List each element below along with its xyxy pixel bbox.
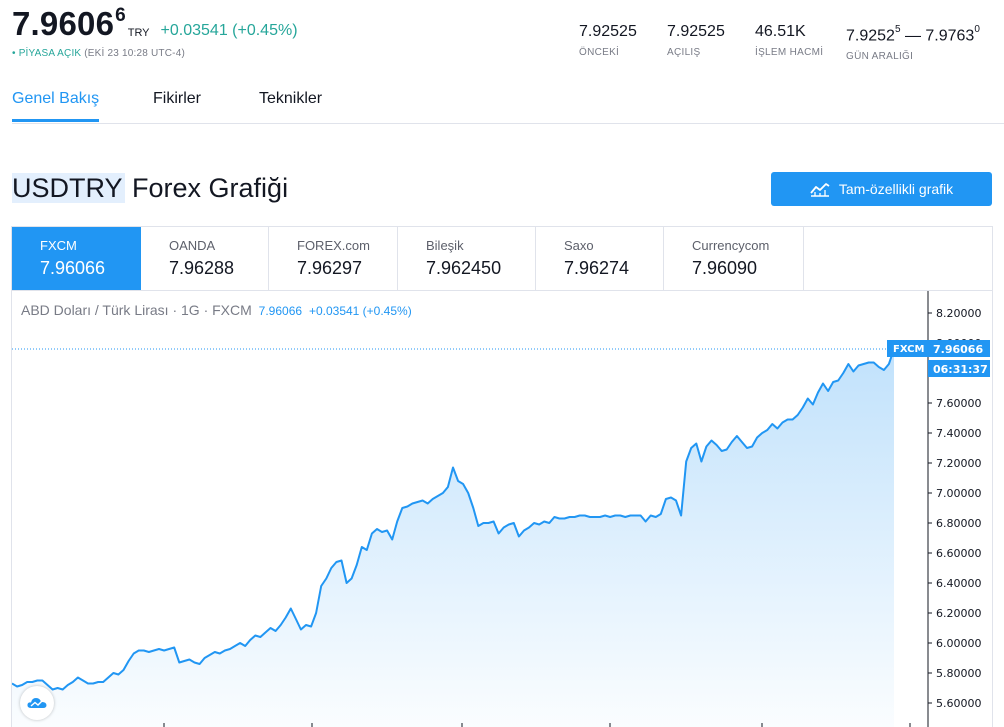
provider-price: 7.962450 xyxy=(426,258,502,278)
price-axis-label: 8.20000 xyxy=(936,307,982,320)
last-price-badge-label: 7.96066 xyxy=(933,343,983,356)
stat-open-label: AÇILIŞ xyxy=(667,47,701,58)
full-featured-chart-button[interactable]: Tam-özellikli grafik xyxy=(771,172,992,206)
page-title: USDTRY Forex Grafiği xyxy=(12,171,288,205)
stat-day-range-label: GÜN ARALIĞI xyxy=(846,51,914,63)
price-axis-label: 7.00000 xyxy=(936,487,982,500)
tradingview-logo-button[interactable] xyxy=(20,686,54,720)
legend-change: +0.03541 (+0.45%) xyxy=(308,304,412,318)
provider-name: Bileşik xyxy=(426,238,464,253)
stat-volume-value: 46.51K xyxy=(755,23,806,40)
chart-legend: ABD Doları / Türk Lirası · 1G · FXCM 7.9… xyxy=(21,302,412,318)
provider-saxo[interactable]: Saxo 7.96274 xyxy=(536,227,664,291)
provider-price: 7.96297 xyxy=(297,258,363,278)
provider-price: 7.96274 xyxy=(564,258,630,278)
stat-day-range: 7.92525 — 7.97630 GÜN ARALIĞI xyxy=(846,22,980,62)
stat-previous-label: ÖNCEKİ xyxy=(579,47,620,58)
price-area-fill xyxy=(12,348,894,727)
provider-name: OANDA xyxy=(169,238,216,253)
full-featured-chart-label: Tam-özellikli grafik xyxy=(838,181,954,197)
stat-day-range-value: 7.92525 — 7.97630 xyxy=(846,22,980,46)
stat-previous-value: 7.92525 xyxy=(579,23,637,40)
stat-open-value: 7.92525 xyxy=(667,23,725,40)
provider-price: 7.96090 xyxy=(692,258,758,278)
tab-ideas[interactable]: Fikirler xyxy=(153,90,201,122)
title-symbol: USDTRY xyxy=(12,173,125,203)
provider-tabs: FXCM 7.96066 OANDA 7.96288 FOREX.com 7.9… xyxy=(11,226,993,291)
price-axis-label: 6.00000 xyxy=(936,637,982,650)
price-axis-label: 6.40000 xyxy=(936,577,982,590)
stat-volume-label: İŞLEM HACMİ xyxy=(755,47,824,58)
price-axis-label: 7.40000 xyxy=(936,427,982,440)
price-axis-label: 7.60000 xyxy=(936,397,982,410)
provider-forexcom[interactable]: FOREX.com 7.96297 xyxy=(269,227,398,291)
title-rest: Forex Grafiği xyxy=(124,173,289,203)
section-tabs: Genel Bakış Fikirler Teknikler xyxy=(12,84,1004,124)
tab-overview[interactable]: Genel Bakış xyxy=(12,90,100,122)
provider-name: FOREX.com xyxy=(297,238,370,253)
price-axis-label: 7.20000 xyxy=(936,457,982,470)
legend-symbol-description: ABD Doları / Türk Lirası · 1G · FXCM xyxy=(21,302,252,318)
chart-canvas[interactable]: 8.200008.000007.800007.600007.400007.200… xyxy=(12,291,993,727)
provider-price: 7.96066 xyxy=(40,258,106,278)
chart-icon xyxy=(810,183,830,197)
price-axis-label: 6.60000 xyxy=(936,547,982,560)
price-axis-label: 5.60000 xyxy=(936,697,982,710)
key-stats: 7.92525 ÖNCEKİ 7.92525 AÇILIŞ 46.51K İŞL… xyxy=(0,22,1004,66)
price-axis-label: 5.80000 xyxy=(936,667,982,680)
series-badge-label: FXCM xyxy=(893,344,925,355)
day-range-high: 7.9763 xyxy=(925,27,975,45)
provider-name: FXCM xyxy=(40,238,77,253)
legend-price: 7.96066 xyxy=(258,304,303,318)
provider-currencycom[interactable]: Currencycom 7.96090 xyxy=(664,227,804,291)
price-axis-label: 6.80000 xyxy=(936,517,982,530)
provider-fxcm[interactable]: FXCM 7.96066 xyxy=(12,227,141,291)
provider-oanda[interactable]: OANDA 7.96288 xyxy=(141,227,269,291)
stat-open: 7.92525 AÇILIŞ xyxy=(667,22,725,58)
countdown-badge-label: 06:31:37 xyxy=(933,363,988,376)
provider-composite[interactable]: Bileşik 7.962450 xyxy=(398,227,536,291)
stat-volume: 46.51K İŞLEM HACMİ xyxy=(755,22,823,58)
day-range-high-pipette: 0 xyxy=(974,24,980,35)
day-range-low: 7.9252 xyxy=(846,27,895,45)
price-chart[interactable]: 8.200008.000007.800007.600007.400007.200… xyxy=(11,290,993,727)
cloud-icon xyxy=(27,698,47,708)
day-range-low-pipette: 5 xyxy=(894,24,901,35)
price-axis-label: 6.20000 xyxy=(936,607,982,620)
stat-previous: 7.92525 ÖNCEKİ xyxy=(579,22,637,58)
provider-price: 7.96288 xyxy=(169,258,235,278)
provider-name: Saxo xyxy=(564,238,594,253)
day-range-dash: — xyxy=(900,27,926,45)
tab-technicals[interactable]: Teknikler xyxy=(259,90,322,122)
provider-name: Currencycom xyxy=(692,238,770,253)
